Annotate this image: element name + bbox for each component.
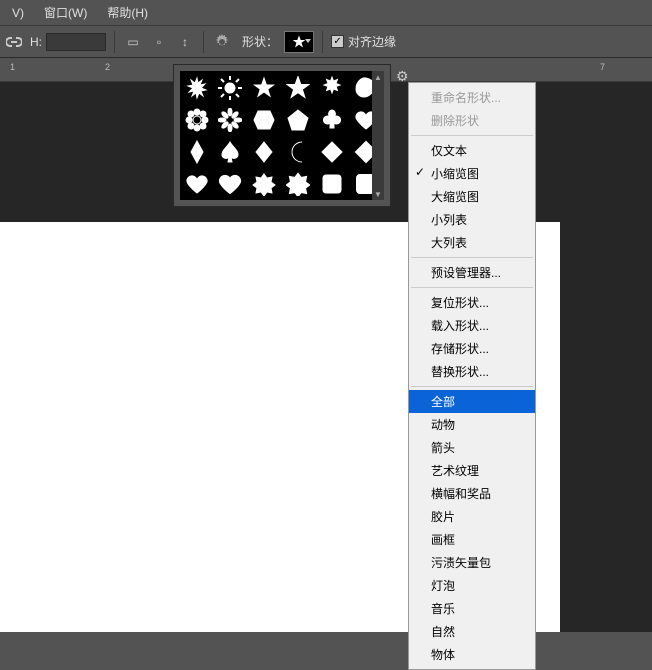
menu-item[interactable]: 小缩览图 <box>409 162 535 185</box>
height-label: H: <box>30 35 42 49</box>
menu-item[interactable]: 全部 <box>409 390 535 413</box>
shape-flower8[interactable] <box>249 168 280 199</box>
ruler-tick: 2 <box>105 62 110 72</box>
menu-separator <box>411 135 533 136</box>
menu-item[interactable]: 预设管理器... <box>409 261 535 284</box>
height-input[interactable] <box>46 33 106 51</box>
shape-star-filled[interactable] <box>249 72 280 103</box>
menu-item[interactable]: 音乐 <box>409 597 535 620</box>
menu-item[interactable]: 污渍矢量包 <box>409 551 535 574</box>
shape-picker[interactable] <box>284 31 314 53</box>
align-icon-2[interactable]: ▫ <box>149 32 169 52</box>
shape-context-menu: 重命名形状...删除形状仅文本小缩览图大缩览图小列表大列表预设管理器... 复位形… <box>408 82 536 670</box>
shape-club[interactable] <box>316 104 347 135</box>
menu-item[interactable]: 动物 <box>409 413 535 436</box>
menu-item[interactable]: 大列表 <box>409 231 535 254</box>
menu-item[interactable]: 画框 <box>409 528 535 551</box>
shape-spade[interactable] <box>215 136 246 167</box>
shape-diamond-square[interactable] <box>316 136 347 167</box>
menu-item[interactable]: 复位形状... <box>409 291 535 314</box>
menu-item[interactable]: 物体 <box>409 643 535 666</box>
menu-item[interactable]: 横幅和奖品 <box>409 482 535 505</box>
menu-window[interactable]: 窗口(W) <box>34 0 97 25</box>
shape-grid <box>180 71 384 200</box>
shape-moon[interactable] <box>282 136 313 167</box>
link-icon[interactable] <box>4 32 24 52</box>
shape-picker-panel: ▲ ▼ <box>173 64 391 207</box>
ruler-tick: 7 <box>600 62 605 72</box>
shape-diamond-tall[interactable] <box>181 136 212 167</box>
shape-diamond[interactable] <box>249 136 280 167</box>
menu-separator <box>411 386 533 387</box>
shape-pentagon[interactable] <box>282 104 313 135</box>
menu-item[interactable]: 载入形状... <box>409 314 535 337</box>
panel-gear-icon[interactable]: ⚙ <box>396 68 409 85</box>
gear-icon[interactable] <box>212 32 232 52</box>
menu-item[interactable]: 灯泡 <box>409 574 535 597</box>
menu-separator <box>411 287 533 288</box>
menu-item[interactable]: 存储形状... <box>409 337 535 360</box>
shape-sunflower2[interactable] <box>215 104 246 135</box>
align-edges-checkbox[interactable]: ✓ 对齐边缘 <box>331 33 396 50</box>
arrange-icon[interactable]: ↕ <box>175 32 195 52</box>
menu-item[interactable]: 替换形状... <box>409 360 535 383</box>
menu-item: 删除形状 <box>409 109 535 132</box>
menu-item[interactable]: 小列表 <box>409 208 535 231</box>
shape-sun[interactable] <box>215 72 246 103</box>
checkbox-icon: ✓ <box>331 35 344 48</box>
menu-item: 重命名形状... <box>409 86 535 109</box>
shape-label: 形状： <box>242 33 278 50</box>
shape-flower8-outline[interactable] <box>282 168 313 199</box>
height-field[interactable]: H: <box>30 33 106 51</box>
menu-view[interactable]: V) <box>2 2 34 24</box>
shape-star10[interactable] <box>316 72 347 103</box>
menu-item[interactable]: 大缩览图 <box>409 185 535 208</box>
scroll-down-icon[interactable]: ▼ <box>372 188 384 200</box>
options-toolbar: H: ▭ ▫ ↕ 形状： ✓ 对齐边缘 <box>0 26 652 58</box>
menu-item[interactable]: 胶片 <box>409 505 535 528</box>
menubar: V) 窗口(W) 帮助(H) <box>0 0 652 26</box>
menu-item[interactable]: 箭头 <box>409 436 535 459</box>
shape-scrollbar[interactable]: ▲ ▼ <box>372 71 384 200</box>
ruler-tick: 1 <box>10 62 15 72</box>
menu-separator <box>411 257 533 258</box>
shape-square-filled[interactable] <box>316 168 347 199</box>
shape-heart-outline[interactable] <box>215 168 246 199</box>
shape-sunflower[interactable] <box>181 104 212 135</box>
shape-hexagon[interactable] <box>249 104 280 135</box>
shape-heart-filled2[interactable] <box>181 168 212 199</box>
menu-item[interactable]: 仅文本 <box>409 139 535 162</box>
menu-help[interactable]: 帮助(H) <box>97 0 158 25</box>
scroll-up-icon[interactable]: ▲ <box>372 71 384 83</box>
shape-star-outline[interactable] <box>282 72 313 103</box>
align-edges-label: 对齐边缘 <box>348 33 396 50</box>
menu-item[interactable]: 艺术纹理 <box>409 459 535 482</box>
align-icon-1[interactable]: ▭ <box>123 32 143 52</box>
shape-burst[interactable] <box>181 72 212 103</box>
